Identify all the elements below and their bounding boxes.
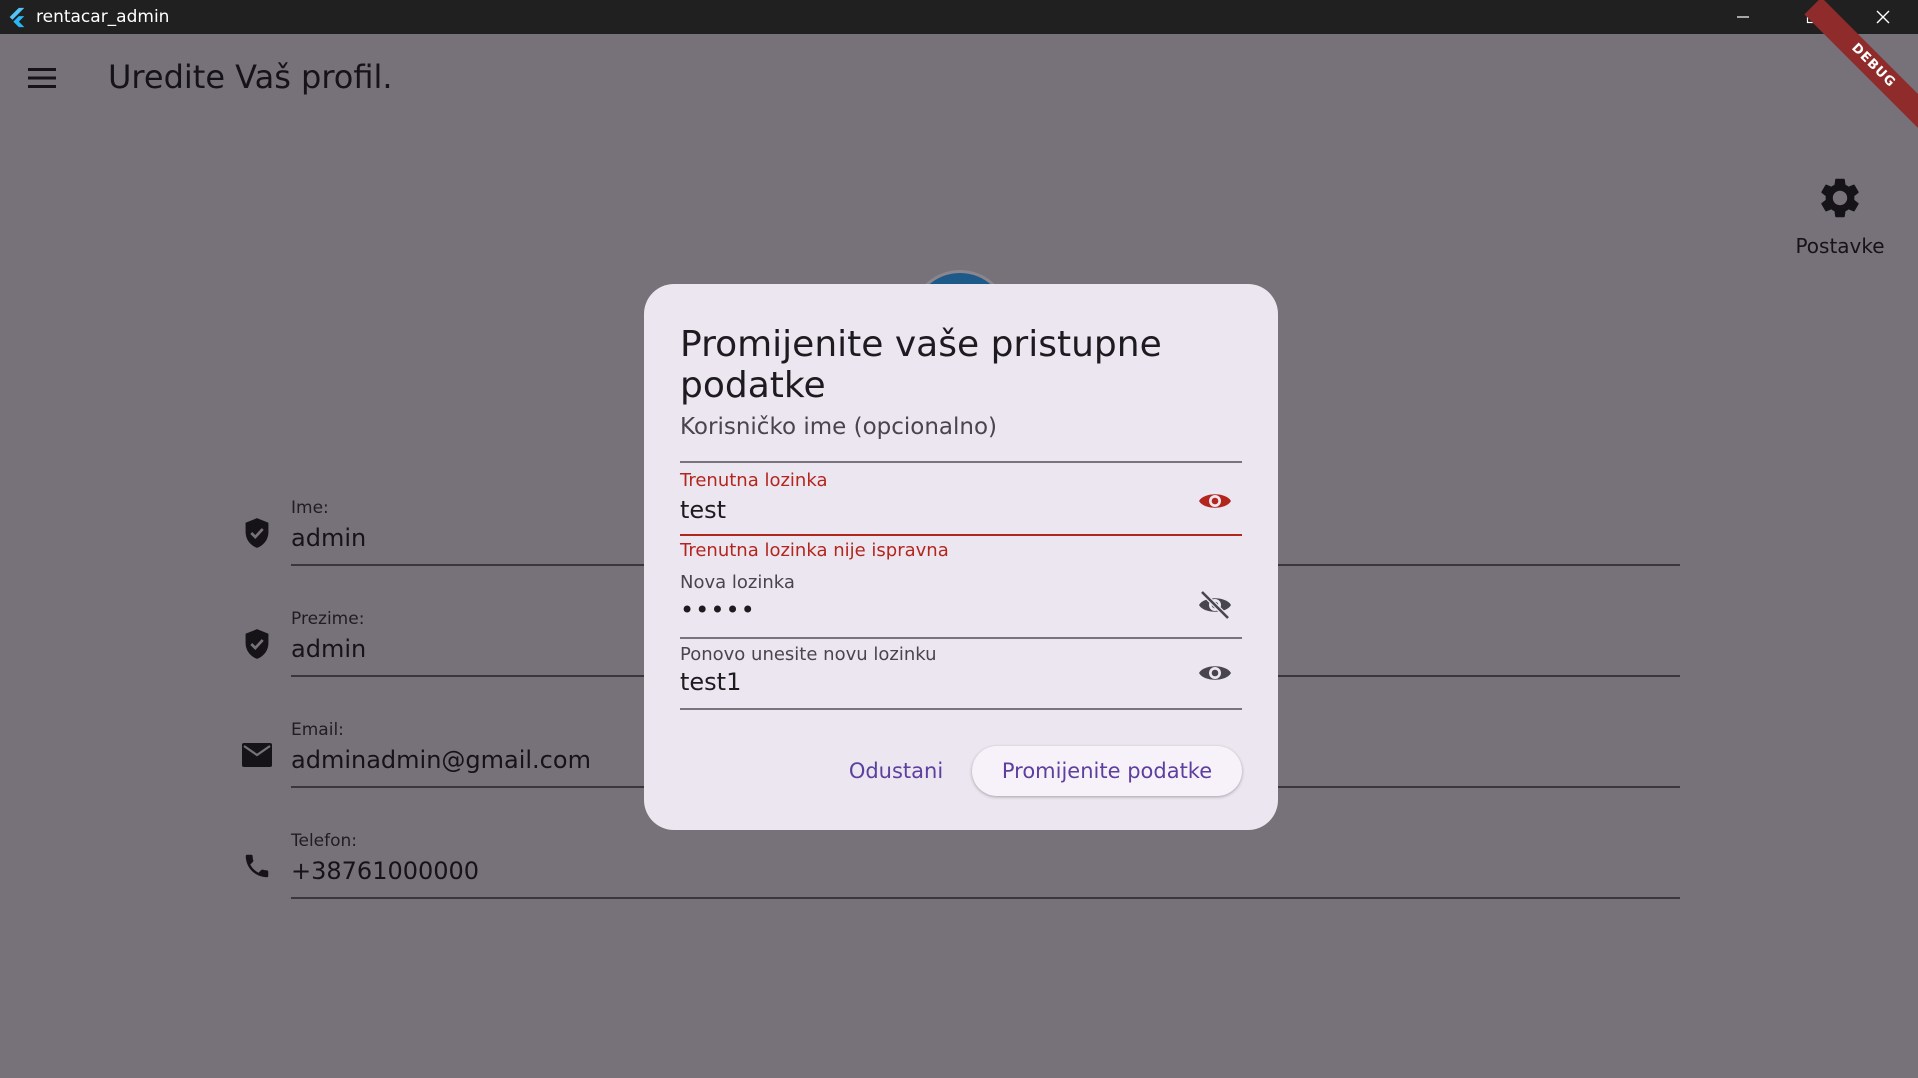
submit-button[interactable]: Promijenite podatke (972, 746, 1242, 796)
last-name-value[interactable]: admin (291, 635, 366, 663)
current-password-field[interactable]: Trenutna lozinka test Trenutna lozinka n… (680, 470, 1242, 561)
verified-shield-icon (240, 627, 274, 661)
current-password-error: Trenutna lozinka nije ispravna (680, 540, 949, 561)
repeat-password-label: Ponovo unesite novu lozinku (680, 644, 937, 665)
gear-icon (1821, 178, 1859, 218)
last-name-label: Prezime: (291, 609, 365, 629)
flutter-logo-icon (9, 7, 25, 28)
hamburger-menu-icon (28, 68, 56, 88)
toggle-visibility-button[interactable] (1198, 484, 1232, 518)
current-password-value: test (680, 496, 727, 524)
toggle-visibility-button[interactable] (1198, 656, 1232, 690)
field-underline (680, 637, 1242, 639)
phone-value[interactable]: +38761000000 (291, 857, 479, 885)
eye-off-icon (1199, 590, 1231, 620)
current-password-label: Trenutna lozinka (680, 470, 828, 491)
eye-icon (1199, 494, 1231, 508)
field-underline (291, 897, 1680, 899)
minimize-icon (1737, 16, 1749, 18)
repeat-password-value: test1 (680, 668, 742, 696)
toggle-visibility-button[interactable] (1198, 588, 1232, 622)
window-title: rentacar_admin (36, 7, 170, 27)
new-password-label: Nova lozinka (680, 572, 795, 593)
first-name-value[interactable]: admin (291, 524, 366, 552)
menu-button[interactable] (26, 62, 58, 94)
dialog-title: Promijenite vaše pristupne podatke (680, 324, 1162, 406)
username-field[interactable]: Korisničko ime (opcionalno) (680, 414, 1242, 463)
settings-button[interactable]: Postavke (1790, 174, 1890, 258)
field-underline-error (680, 534, 1242, 536)
new-password-field[interactable]: Nova lozinka ••••• (680, 572, 1242, 639)
repeat-password-field[interactable]: Ponovo unesite novu lozinku test1 (680, 644, 1242, 710)
new-password-value: ••••• (680, 596, 756, 624)
minimize-button[interactable] (1708, 0, 1778, 34)
verified-shield-icon (240, 516, 274, 550)
cancel-button[interactable]: Odustani (840, 747, 952, 795)
first-name-label: Ime: (291, 498, 329, 518)
email-value[interactable]: adminadmin@gmail.com (291, 746, 591, 774)
window-titlebar: rentacar_admin (0, 0, 1918, 34)
username-placeholder: Korisničko ime (opcionalno) (680, 414, 998, 440)
mail-icon (240, 738, 274, 772)
field-underline (680, 708, 1242, 710)
change-credentials-dialog: Promijenite vaše pristupne podatke Koris… (644, 284, 1278, 830)
close-window-button[interactable] (1848, 0, 1918, 34)
page-title: Uredite Vaš profil. (108, 58, 393, 96)
eye-icon (1199, 666, 1231, 680)
settings-label: Postavke (1795, 234, 1885, 258)
email-label: Email: (291, 720, 344, 740)
phone-label: Telefon: (291, 831, 358, 851)
close-icon (1876, 10, 1890, 24)
field-underline (680, 461, 1242, 463)
field-row-phone: Telefon: +38761000000 (240, 831, 1680, 901)
phone-icon (240, 849, 274, 883)
